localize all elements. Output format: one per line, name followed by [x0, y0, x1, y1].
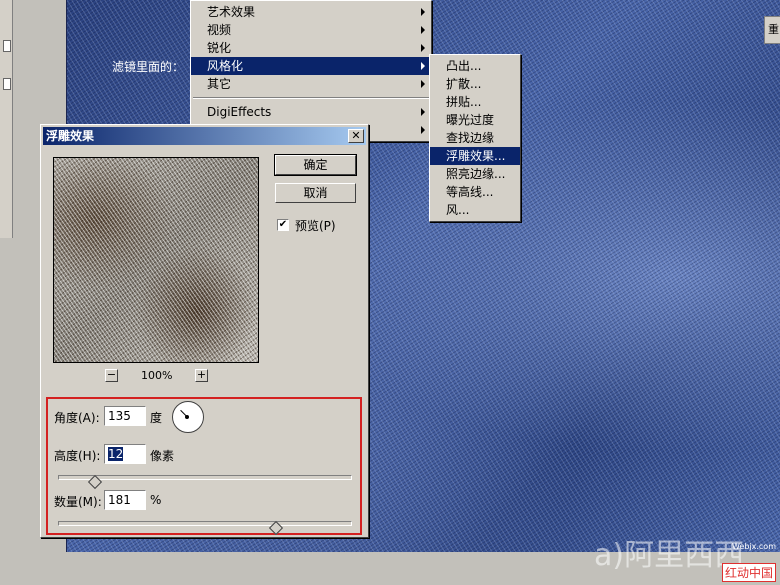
plus-icon: + — [196, 368, 207, 381]
stylize-menu-item[interactable]: 凸出... — [430, 57, 520, 75]
checkmark-icon: ✔ — [278, 219, 288, 230]
filter-menu-item[interactable]: 视频 — [191, 21, 431, 39]
submenu-arrow-icon — [421, 108, 425, 116]
menu-item-label: DigiEffects — [207, 105, 272, 119]
height-input[interactable]: 12 — [104, 444, 146, 464]
dialog-titlebar[interactable]: 浮雕效果 ✕ — [43, 127, 366, 145]
stylize-menu-item[interactable]: 曝光过度 — [430, 111, 520, 129]
height-slider[interactable] — [58, 474, 352, 490]
menu-item-label: 风格化 — [207, 59, 244, 73]
emboss-dialog: 浮雕效果 ✕ − 100% + 确定 取消 ✔ 预览(P) 角度(A): 135… — [40, 124, 369, 538]
menu-item-label: 其它 — [207, 77, 232, 91]
menu-item-label: 艺术效果 — [207, 5, 256, 19]
dial-center-dot — [185, 415, 189, 419]
cancel-button[interactable]: 取消 — [275, 183, 356, 203]
parameters-group: 角度(A): 135 度 高度(H): 12 像素 数量(M): 181 % — [46, 397, 362, 536]
stylize-menu-item[interactable]: 照亮边缘... — [430, 165, 520, 183]
stylize-menu-item[interactable]: 扩散... — [430, 75, 520, 93]
filter-menu-item[interactable]: DigiEffects — [191, 103, 431, 121]
amount-value: 181 — [108, 493, 131, 507]
menu-item-label: 视频 — [207, 23, 232, 37]
menu-item-label: 锐化 — [207, 41, 232, 55]
menu-separator — [193, 97, 429, 99]
watermark-stamp: 红动中国 — [721, 563, 776, 582]
minus-icon: − — [106, 368, 117, 381]
amount-slider[interactable] — [58, 520, 352, 536]
filter-menu: 艺术效果视频锐化风格化其它DigiEffectsEye Candy 4000 — [190, 0, 432, 142]
height-unit: 像素 — [150, 449, 175, 463]
close-icon: ✕ — [351, 129, 361, 142]
filter-menu-item[interactable]: 锐化 — [191, 39, 431, 57]
height-value: 12 — [108, 447, 124, 461]
toolbar-marker — [3, 78, 11, 90]
zoom-level: 100% — [141, 369, 173, 382]
filter-menu-item[interactable]: 风格化 — [191, 57, 431, 75]
submenu-arrow-icon — [421, 80, 425, 88]
preview-label: 预览(P) — [295, 219, 336, 233]
amount-label: 数量(M): — [54, 495, 102, 509]
submenu-arrow-icon — [421, 26, 425, 34]
height-label: 高度(H): — [54, 449, 101, 463]
stylize-menu-item[interactable]: 风... — [430, 201, 520, 219]
stylize-menu-item[interactable]: 浮雕效果... — [430, 147, 520, 165]
submenu-arrow-icon — [421, 44, 425, 52]
stylize-menu-item[interactable]: 等高线... — [430, 183, 520, 201]
angle-unit: 度 — [150, 411, 163, 425]
stylize-menu-item[interactable]: 拼贴... — [430, 93, 520, 111]
zoom-in-button[interactable]: + — [195, 369, 208, 382]
canvas-caption: 滤镜里面的： — [112, 60, 185, 74]
amount-unit: % — [150, 493, 162, 507]
close-button[interactable]: ✕ — [348, 129, 364, 143]
submenu-arrow-icon — [421, 126, 425, 134]
dialog-title: 浮雕效果 — [46, 129, 95, 143]
filter-menu-item[interactable]: 其它 — [191, 75, 431, 93]
height-slider-thumb[interactable] — [87, 474, 103, 490]
submenu-arrow-icon — [421, 62, 425, 70]
right-panel-button[interactable]: 重 — [764, 16, 780, 44]
toolbar-marker — [3, 40, 11, 52]
angle-label: 角度(A): — [54, 411, 100, 425]
submenu-arrow-icon — [421, 8, 425, 16]
amount-slider-thumb[interactable] — [268, 520, 284, 536]
angle-value: 135 — [108, 409, 131, 423]
stylize-submenu: 凸出... 扩散... 拼贴... 曝光过度 查找边缘 浮雕效果... 照亮边缘... 等高线… — [429, 54, 521, 222]
preview-checkbox[interactable]: ✔ — [277, 219, 289, 231]
angle-dial[interactable] — [172, 401, 204, 433]
angle-input[interactable]: 135 — [104, 406, 146, 426]
stylize-menu-item[interactable]: 查找边缘 — [430, 129, 520, 147]
zoom-out-button[interactable]: − — [105, 369, 118, 382]
left-toolbar-strip — [0, 0, 13, 238]
ok-button[interactable]: 确定 — [274, 154, 357, 176]
filter-preview[interactable] — [53, 157, 259, 363]
filter-menu-item[interactable]: 艺术效果 — [191, 3, 431, 21]
amount-input[interactable]: 181 — [104, 490, 146, 510]
